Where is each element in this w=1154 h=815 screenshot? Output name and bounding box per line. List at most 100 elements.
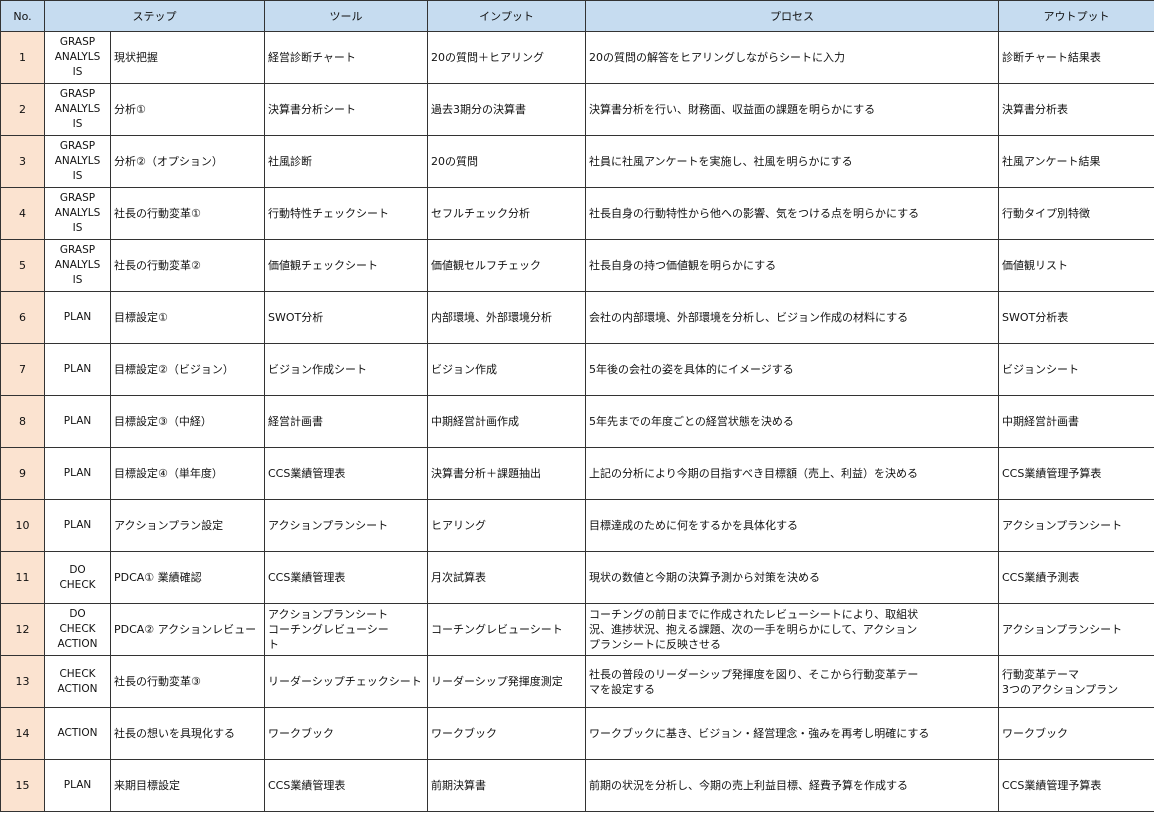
table-row: 4 GRASP ANALYLS IS 社長の行動変革① 行動特性チェックシート セフルチ… [0, 187, 1154, 240]
row-output: アクションプランシート [998, 499, 1154, 552]
row-number: 4 [0, 187, 45, 240]
row-step: 社長の想いを具現化する [110, 707, 265, 760]
row-output: 価値観リスト [998, 239, 1154, 292]
row-tool: CCS業績管理表 [264, 447, 428, 500]
row-number: 3 [0, 135, 45, 188]
row-step: 来期目標設定 [110, 759, 265, 812]
row-process: 会社の内部環境、外部環境を分析し、ビジョン作成の材料にする [585, 291, 999, 344]
row-tool: リーダーシップチェックシート [264, 655, 428, 708]
row-number: 9 [0, 447, 45, 500]
row-category: CHECK ACTION [44, 655, 111, 708]
table-row: 2 GRASP ANALYLS IS 分析① 決算書分析シート 過去3期分の決算書 決算書… [0, 83, 1154, 136]
row-input: コーチングレビューシート [427, 603, 586, 656]
row-process: 5年後の会社の姿を具体的にイメージする [585, 343, 999, 396]
row-tool: 社風診断 [264, 135, 428, 188]
table-row: 10 PLAN アクションプラン設定 アクションプランシート ヒアリング 目標達成のために… [0, 499, 1154, 552]
row-process: コーチングの前日までに作成されたレビューシートにより、取組状 況、進捗状況、抱え… [585, 603, 999, 656]
row-tool: ビジョン作成シート [264, 343, 428, 396]
row-process: 社長の普段のリーダーシップ発揮度を図り、そこから行動変革テー マを設定する [585, 655, 999, 708]
row-input: 前期決算書 [427, 759, 586, 812]
header-row: No. ステップ ツール インプット プロセス アウトプット [0, 0, 1154, 32]
row-output: 中期経営計画書 [998, 395, 1154, 448]
row-category: ACTION [44, 707, 111, 760]
row-step: 社長の行動変革① [110, 187, 265, 240]
row-process: 上記の分析により今期の目指すべき目標額（売上、利益）を決める [585, 447, 999, 500]
row-step: PDCA① 業績確認 [110, 551, 265, 604]
table-row: 9 PLAN 目標設定④（単年度） CCS業績管理表 決算書分析＋課題抽出 上記の分析によ… [0, 447, 1154, 500]
row-input: 過去3期分の決算書 [427, 83, 586, 136]
row-tool: ワークブック [264, 707, 428, 760]
header-output: アウトプット [998, 0, 1154, 32]
row-number: 6 [0, 291, 45, 344]
row-process: ワークブックに基き、ビジョン・経営理念・強みを再考し明確にする [585, 707, 999, 760]
row-tool: アクションプランシート [264, 499, 428, 552]
row-input: 20の質問＋ヒアリング [427, 31, 586, 84]
row-output: CCS業績予測表 [998, 551, 1154, 604]
row-category: DO CHECK ACTION [44, 603, 111, 656]
row-output: 診断チャート結果表 [998, 31, 1154, 84]
row-process: 現状の数値と今期の決算予測から対策を決める [585, 551, 999, 604]
table-row: 5 GRASP ANALYLS IS 社長の行動変革② 価値観チェックシート 価値観セル… [0, 239, 1154, 292]
row-tool: アクションプランシート コーチングレビューシー ト [264, 603, 428, 656]
row-step: アクションプラン設定 [110, 499, 265, 552]
table-row: 14 ACTION 社長の想いを具現化する ワークブック ワークブック ワークブックに基き… [0, 707, 1154, 760]
row-tool: 経営診断チャート [264, 31, 428, 84]
row-tool: 決算書分析シート [264, 83, 428, 136]
row-step: 分析②（オプション） [110, 135, 265, 188]
row-number: 1 [0, 31, 45, 84]
table-row: 11 DO CHECK PDCA① 業績確認 CCS業績管理表 月次試算表 現状の数値と今… [0, 551, 1154, 604]
table-row: 7 PLAN 目標設定②（ビジョン） ビジョン作成シート ビジョン作成 5年後の会社の姿を… [0, 343, 1154, 396]
row-step: 社長の行動変革③ [110, 655, 265, 708]
row-category: PLAN [44, 395, 111, 448]
row-tool: 価値観チェックシート [264, 239, 428, 292]
header-no: No. [0, 0, 45, 32]
row-category: PLAN [44, 343, 111, 396]
row-process: 社長自身の持つ価値観を明らかにする [585, 239, 999, 292]
row-number: 15 [0, 759, 45, 812]
row-number: 12 [0, 603, 45, 656]
row-number: 2 [0, 83, 45, 136]
row-output: 社風アンケート結果 [998, 135, 1154, 188]
row-input: 月次試算表 [427, 551, 586, 604]
row-process: 目標達成のために何をするかを具体化する [585, 499, 999, 552]
row-category: PLAN [44, 291, 111, 344]
row-process: 社長自身の行動特性から他への影響、気をつける点を明らかにする [585, 187, 999, 240]
row-input: ヒアリング [427, 499, 586, 552]
row-input: 価値観セルフチェック [427, 239, 586, 292]
row-input: 内部環境、外部環境分析 [427, 291, 586, 344]
row-process: 決算書分析を行い、財務面、収益面の課題を明らかにする [585, 83, 999, 136]
header-step: ステップ [44, 0, 265, 32]
row-process: 5年先までの年度ごとの経営状態を決める [585, 395, 999, 448]
row-step: 現状把握 [110, 31, 265, 84]
row-tool: CCS業績管理表 [264, 551, 428, 604]
row-output: 決算書分析表 [998, 83, 1154, 136]
row-category: GRASP ANALYLS IS [44, 239, 111, 292]
row-category: GRASP ANALYLS IS [44, 187, 111, 240]
row-category: PLAN [44, 447, 111, 500]
row-category: GRASP ANALYLS IS [44, 83, 111, 136]
row-category: DO CHECK [44, 551, 111, 604]
row-step: 目標設定① [110, 291, 265, 344]
row-process: 社員に社風アンケートを実施し、社風を明らかにする [585, 135, 999, 188]
row-step: 目標設定②（ビジョン） [110, 343, 265, 396]
row-tool: SWOT分析 [264, 291, 428, 344]
row-tool: 経営計画書 [264, 395, 428, 448]
row-step: 社長の行動変革② [110, 239, 265, 292]
row-process: 前期の状況を分析し、今期の売上利益目標、経費予算を作成する [585, 759, 999, 812]
row-input: ビジョン作成 [427, 343, 586, 396]
table-body: 1 GRASP ANALYLS IS 現状把握 経営診断チャート 20の質問＋ヒアリング… [0, 31, 1154, 812]
header-tool: ツール [264, 0, 428, 32]
row-number: 8 [0, 395, 45, 448]
row-number: 7 [0, 343, 45, 396]
row-number: 14 [0, 707, 45, 760]
row-step: PDCA② アクションレビュー [110, 603, 265, 656]
table-row: 13 CHECK ACTION 社長の行動変革③ リーダーシップチェックシート リーダー… [0, 655, 1154, 708]
row-output: ワークブック [998, 707, 1154, 760]
row-output: CCS業績管理予算表 [998, 447, 1154, 500]
header-process: プロセス [585, 0, 999, 32]
row-number: 10 [0, 499, 45, 552]
row-process: 20の質問の解答をヒアリングしながらシートに入力 [585, 31, 999, 84]
row-output: 行動タイプ別特徴 [998, 187, 1154, 240]
row-input: 中期経営計画作成 [427, 395, 586, 448]
row-category: GRASP ANALYLS IS [44, 31, 111, 84]
